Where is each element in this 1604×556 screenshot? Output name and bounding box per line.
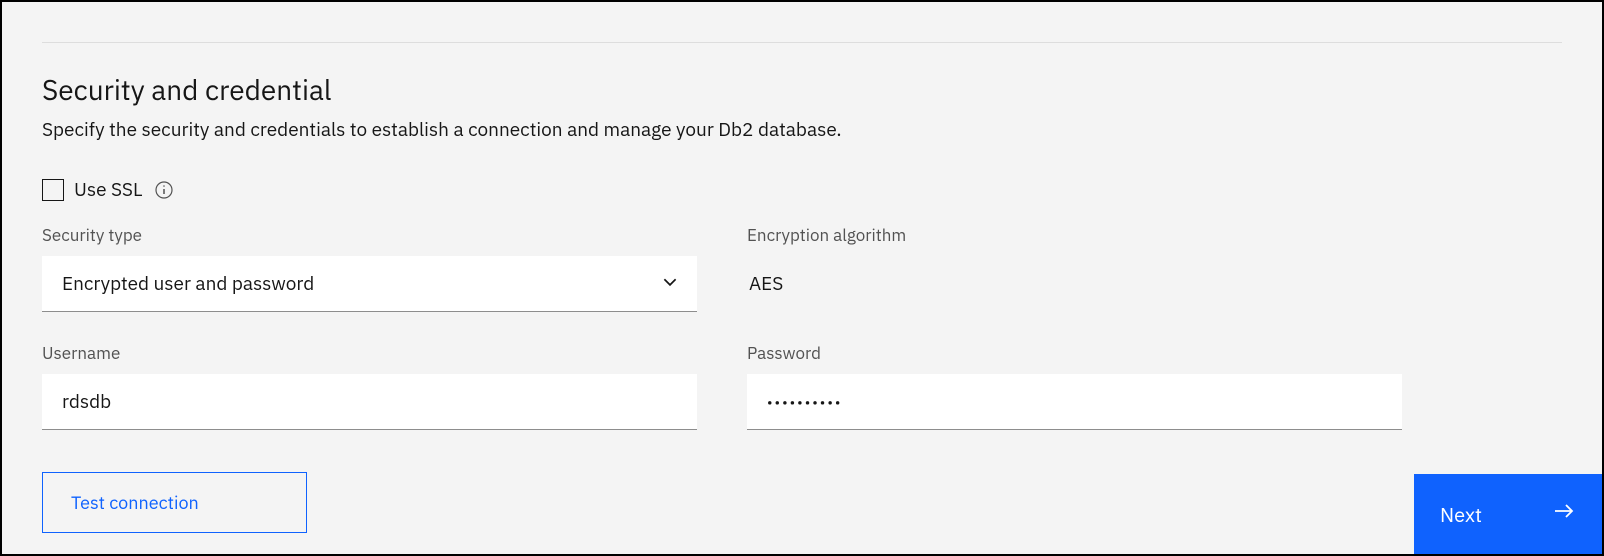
encryption-algorithm-label: Encryption algorithm	[747, 224, 1402, 246]
use-ssl-label: Use SSL	[74, 178, 142, 202]
security-type-value: Encrypted user and password	[62, 272, 314, 296]
encryption-algorithm-value: AES	[747, 256, 1402, 312]
security-type-label: Security type	[42, 224, 697, 246]
next-button-label: Next	[1440, 501, 1482, 528]
info-icon[interactable]	[154, 180, 174, 200]
test-connection-button[interactable]: Test connection	[42, 472, 307, 533]
username-label: Username	[42, 342, 697, 364]
next-button[interactable]: Next	[1414, 474, 1602, 554]
password-label: Password	[747, 342, 1402, 364]
section-title: Security and credential	[42, 71, 1562, 108]
arrow-right-icon	[1552, 499, 1576, 529]
password-input[interactable]	[747, 374, 1402, 430]
section-description: Specify the security and credentials to …	[42, 118, 1562, 142]
username-input[interactable]	[42, 374, 697, 430]
use-ssl-checkbox[interactable]	[42, 179, 64, 201]
divider	[42, 42, 1562, 43]
security-type-select[interactable]: Encrypted user and password	[42, 256, 697, 312]
